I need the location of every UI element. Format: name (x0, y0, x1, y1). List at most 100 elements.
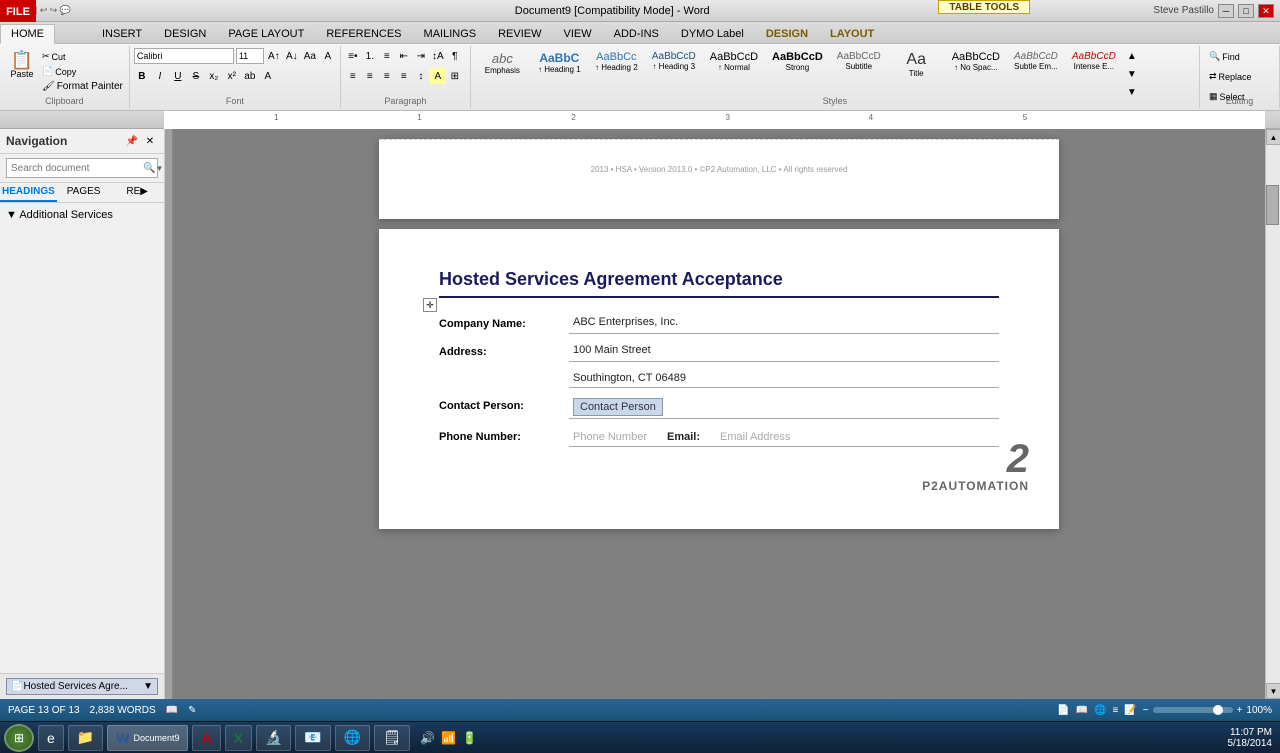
tab-insert[interactable]: INSERT (91, 23, 153, 43)
style-nospace[interactable]: AaBbCcD ↑ No Spac... (946, 48, 1006, 75)
justify-button[interactable]: ≡ (396, 68, 412, 84)
document-area[interactable]: 2013 • HSA • Version 2013.0 • ©P2 Automa… (173, 129, 1265, 699)
style-intense[interactable]: AaBbCcD Intense E... (1066, 48, 1122, 74)
style-normal[interactable]: AaBbCcD ↑ Normal (704, 48, 764, 75)
replace-button[interactable]: ⇄ Replace (1204, 68, 1257, 85)
font-name-input[interactable] (134, 48, 234, 64)
tab-page-layout[interactable]: PAGE LAYOUT (217, 23, 315, 43)
tray-icon2[interactable]: 📶 (441, 731, 456, 745)
font-case-button[interactable]: Aa (302, 48, 318, 64)
tab-design2[interactable]: DESIGN (755, 23, 819, 43)
nav-collapse-arrow[interactable]: ▼ (6, 209, 17, 221)
text-highlight-button[interactable]: ab (242, 68, 258, 84)
line-spacing-button[interactable]: ↕ (413, 68, 429, 84)
zoom-slider[interactable] (1153, 707, 1233, 713)
align-center-button[interactable]: ≡ (362, 68, 378, 84)
style-heading2[interactable]: AaBbCc ↑ Heading 2 (589, 48, 644, 75)
tray-icon1[interactable]: 🔊 (420, 731, 435, 745)
taskbar-app1[interactable]: 🔬 (256, 725, 291, 751)
minimize-button[interactable]: ─ (1218, 4, 1234, 18)
nav-tab-pages[interactable]: PAGES (57, 183, 111, 202)
font-color-button[interactable]: A (260, 68, 276, 84)
taskbar-outlook[interactable]: 📧 (295, 725, 330, 751)
strikethrough-button[interactable]: S (188, 68, 204, 84)
superscript-button[interactable]: x² (224, 68, 240, 84)
font-size-input[interactable] (236, 48, 264, 64)
borders-button[interactable]: ⊞ (447, 68, 463, 84)
tab-addins[interactable]: ADD-INS (603, 23, 670, 43)
view-reading[interactable]: 📖 (1076, 705, 1088, 716)
scroll-track[interactable] (1266, 145, 1280, 683)
style-title[interactable]: Aa Title (889, 48, 944, 81)
nav-search-dropdown[interactable]: ▼ (155, 164, 163, 173)
nav-tab-results[interactable]: RE▶ (110, 183, 164, 202)
paste-button[interactable]: 📋 Paste (4, 48, 40, 93)
bullets-button[interactable]: ≡• (345, 48, 361, 64)
nav-close-button[interactable]: ✕ (142, 133, 158, 149)
tab-references[interactable]: REFERENCES (315, 23, 412, 43)
view-draft[interactable]: 📝 (1124, 705, 1136, 716)
start-button[interactable]: ⊞ (4, 724, 34, 752)
scroll-thumb[interactable] (1266, 185, 1279, 225)
styles-scroll-up[interactable]: ▲ (1124, 48, 1140, 64)
grow-font-button[interactable]: A↑ (266, 48, 282, 64)
nav-search-icon[interactable]: 🔍 (143, 163, 155, 174)
track-changes[interactable]: ✎ (188, 705, 196, 716)
taskbar-folder[interactable]: 📁 (68, 725, 103, 751)
word-count[interactable]: 2,838 WORDS (90, 705, 156, 716)
nav-footer-item[interactable]: 📄 Hosted Services Agre... ▼ (6, 678, 158, 695)
zoom-out-button[interactable]: − (1143, 705, 1149, 716)
taskbar-app2[interactable]: 🗒 (374, 725, 410, 751)
align-left-button[interactable]: ≡ (345, 68, 361, 84)
taskbar-access[interactable]: A (192, 725, 220, 751)
italic-button[interactable]: I (152, 68, 168, 84)
taskbar-word[interactable]: W Document9 (107, 725, 188, 751)
style-subtle[interactable]: AaBbCcD Subtle Em... (1008, 48, 1064, 74)
cut-button[interactable]: ✂ Cut (40, 50, 125, 63)
taskbar-clock[interactable]: 11:07 PM 5/18/2014 (1228, 727, 1273, 749)
find-button[interactable]: 🔍 Find (1204, 48, 1245, 65)
decrease-indent-button[interactable]: ⇤ (396, 48, 412, 64)
maximize-button[interactable]: □ (1238, 4, 1254, 18)
taskbar-browser[interactable]: 🌐 (335, 725, 370, 751)
zoom-level[interactable]: 100% (1246, 705, 1272, 716)
close-button[interactable]: ✕ (1258, 4, 1274, 18)
subscript-button[interactable]: x₂ (206, 68, 222, 84)
scroll-down-button[interactable]: ▼ (1266, 683, 1280, 699)
nav-tab-headings[interactable]: HEADINGS (0, 183, 57, 202)
tab-dymo[interactable]: DYMO Label (670, 23, 755, 43)
increase-indent-button[interactable]: ⇥ (413, 48, 429, 64)
bold-button[interactable]: B (134, 68, 150, 84)
page-info[interactable]: PAGE 13 OF 13 (8, 705, 80, 716)
style-heading1[interactable]: AaBbC ↑ Heading 1 (532, 48, 587, 77)
tab-file[interactable]: FILE (0, 0, 36, 22)
tab-mailings[interactable]: MAILINGS (413, 23, 488, 43)
taskbar-excel[interactable]: X (225, 725, 252, 751)
shrink-font-button[interactable]: A↓ (284, 48, 300, 64)
multilevel-button[interactable]: ≡ (379, 48, 395, 64)
underline-button[interactable]: U (170, 68, 186, 84)
shading-button[interactable]: A (430, 68, 446, 84)
language-indicator[interactable]: 📖 (166, 705, 178, 716)
tab-review[interactable]: REVIEW (487, 23, 552, 43)
style-heading3[interactable]: AaBbCcD ↑ Heading 3 (646, 48, 702, 74)
tab-view[interactable]: VIEW (553, 23, 603, 43)
table-move-handle[interactable]: ✛ (423, 298, 437, 312)
style-emphasis[interactable]: abc Emphasis (475, 48, 530, 78)
tab-layout[interactable]: LAYOUT (819, 23, 885, 43)
align-right-button[interactable]: ≡ (379, 68, 395, 84)
numbering-button[interactable]: 1. (362, 48, 378, 64)
format-painter-button[interactable]: 🖌 Format Painter (40, 80, 125, 93)
sort-button[interactable]: ↕A (430, 48, 446, 64)
tray-icon3[interactable]: 🔋 (462, 731, 477, 745)
scroll-up-button[interactable]: ▲ (1266, 129, 1280, 145)
tab-home[interactable]: HOME (0, 24, 55, 44)
contact-person-field[interactable]: Contact Person (573, 398, 663, 416)
view-normal[interactable]: 📄 (1057, 705, 1069, 716)
show-marks-button[interactable]: ¶ (447, 48, 463, 64)
taskbar-explorer[interactable]: e (38, 725, 64, 751)
clear-format-button[interactable]: A (320, 48, 336, 64)
zoom-in-button[interactable]: + (1237, 705, 1243, 716)
copy-button[interactable]: 📄 Copy (40, 65, 125, 78)
view-web[interactable]: 🌐 (1094, 705, 1106, 716)
